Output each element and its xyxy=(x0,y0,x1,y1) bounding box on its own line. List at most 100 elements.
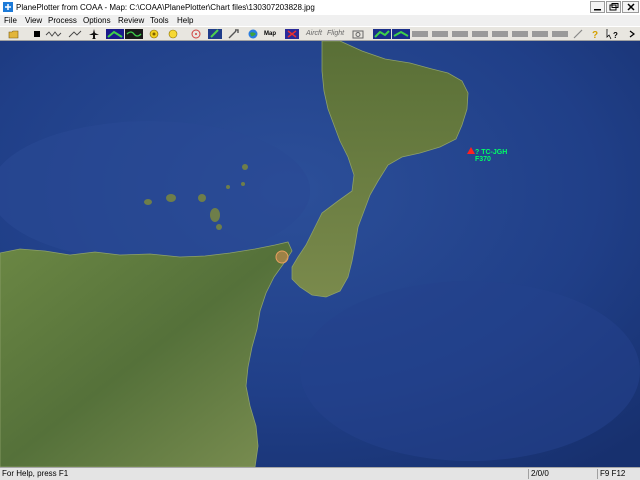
menu-bar: File View Process Options Review Tools H… xyxy=(0,15,640,26)
close-button[interactable] xyxy=(622,1,639,13)
status-count: 2/0/0 xyxy=(531,469,549,478)
open-folder-icon xyxy=(8,30,19,39)
toolbar-overflow-button[interactable] xyxy=(627,28,637,40)
disabled-tool-icon xyxy=(412,31,428,37)
aircraft-callsign: ? TC-JGH xyxy=(475,149,507,156)
chart-view-button[interactable] xyxy=(373,28,391,40)
yellow-circle-button[interactable] xyxy=(167,28,179,40)
menu-options[interactable]: Options xyxy=(83,15,111,26)
disabled-tool-icon xyxy=(512,31,528,37)
globe-button[interactable] xyxy=(247,28,259,40)
context-help-button[interactable]: ? xyxy=(606,28,620,40)
home-marker-button[interactable] xyxy=(148,28,160,40)
sea-shelf xyxy=(0,121,310,261)
status-keys: F9 F12 xyxy=(600,469,626,478)
menu-tools[interactable]: Tools xyxy=(150,15,169,26)
disabled-button-7[interactable] xyxy=(532,28,548,40)
chart-view-icon xyxy=(373,29,391,39)
disabled-button-4[interactable] xyxy=(472,28,488,40)
help-button[interactable]: ? xyxy=(589,28,601,40)
svg-text:?: ? xyxy=(592,30,598,40)
stop-button[interactable] xyxy=(32,28,42,40)
scope-view-button[interactable] xyxy=(125,28,143,40)
menu-view[interactable]: View xyxy=(25,15,42,26)
disabled-button-2[interactable] xyxy=(432,28,448,40)
camera-button[interactable] xyxy=(352,28,364,40)
menu-process[interactable]: Process xyxy=(48,15,77,26)
status-bar: For Help, press F1 2/0/0 F9 F12 xyxy=(0,467,640,480)
alert-button[interactable] xyxy=(190,28,202,40)
close-icon xyxy=(627,3,635,11)
app-icon xyxy=(3,2,13,12)
minimize-button[interactable] xyxy=(590,1,605,13)
camera-icon xyxy=(352,30,364,39)
disabled-tool-icon xyxy=(452,31,468,37)
toolbar: Map Aircft Flight ? ? xyxy=(0,26,640,41)
disabled-button-8[interactable] xyxy=(552,28,568,40)
line-tool-button[interactable] xyxy=(572,28,584,40)
window-title: PlanePlotter from COAA - Map: C:\COAA\Pl… xyxy=(16,3,315,12)
island xyxy=(242,164,248,170)
island xyxy=(216,224,222,230)
radar-view-button[interactable] xyxy=(106,28,124,40)
overlay-button[interactable] xyxy=(392,28,410,40)
help-icon: ? xyxy=(592,30,598,40)
target-icon xyxy=(149,29,159,39)
map-button[interactable]: Map xyxy=(264,28,276,40)
menu-help[interactable]: Help xyxy=(177,15,193,26)
radar-site-icon xyxy=(285,29,299,39)
title-bar: PlanePlotter from COAA - Map: C:\COAA\Pl… xyxy=(0,0,640,16)
open-button[interactable] xyxy=(8,28,20,40)
disabled-button-6[interactable] xyxy=(512,28,528,40)
scope-icon xyxy=(125,29,143,39)
aircraft-icon xyxy=(89,29,99,39)
waveform-icon xyxy=(45,31,62,37)
island xyxy=(210,208,220,222)
pencil-icon xyxy=(208,29,222,39)
trace-icon xyxy=(68,30,82,38)
menu-file[interactable]: File xyxy=(4,15,17,26)
status-divider xyxy=(528,469,529,479)
island xyxy=(226,185,230,189)
tools-button[interactable] xyxy=(227,28,241,40)
aircraft-button[interactable] xyxy=(88,28,100,40)
disabled-tool-icon xyxy=(432,31,448,37)
disabled-button-3[interactable] xyxy=(452,28,468,40)
status-help-text: For Help, press F1 xyxy=(2,469,69,478)
line-icon xyxy=(573,29,583,39)
sicily-landmass xyxy=(0,241,293,467)
context-help-icon: ? xyxy=(606,29,618,40)
restore-icon xyxy=(609,3,619,11)
aircraft-list-button[interactable]: Aircft xyxy=(306,28,322,40)
wrench-icon xyxy=(228,29,239,39)
sea-ridge xyxy=(300,281,640,461)
alert-ring-icon xyxy=(191,29,201,39)
satellite-chart: ? TC-JGH F370 xyxy=(0,41,640,467)
maximize-button[interactable] xyxy=(606,1,621,13)
island xyxy=(241,182,245,186)
island xyxy=(198,194,206,202)
disabled-button-1[interactable] xyxy=(412,28,428,40)
disabled-button-5[interactable] xyxy=(492,28,508,40)
radar-view-icon xyxy=(106,29,124,39)
radar-site-button[interactable] xyxy=(285,28,299,40)
edit-button[interactable] xyxy=(208,28,222,40)
status-divider xyxy=(597,469,598,479)
yellow-dot-icon xyxy=(168,29,178,39)
chevron-right-icon xyxy=(629,30,635,38)
island xyxy=(166,194,176,202)
island xyxy=(144,199,152,205)
disabled-tool-icon xyxy=(552,31,568,37)
minimize-icon xyxy=(594,9,601,11)
aircraft-flight-level: F370 xyxy=(475,156,491,163)
map-view[interactable]: ? TC-JGH F370 xyxy=(0,41,640,467)
trace-button[interactable] xyxy=(68,28,82,40)
svg-text:?: ? xyxy=(613,31,618,40)
signal-button[interactable] xyxy=(45,28,63,40)
globe-icon xyxy=(248,29,258,39)
disabled-tool-icon xyxy=(492,31,508,37)
menu-review[interactable]: Review xyxy=(118,15,144,26)
home-location-marker[interactable] xyxy=(275,250,289,264)
overlay-icon xyxy=(392,29,410,39)
flight-button[interactable]: Flight xyxy=(327,28,344,40)
